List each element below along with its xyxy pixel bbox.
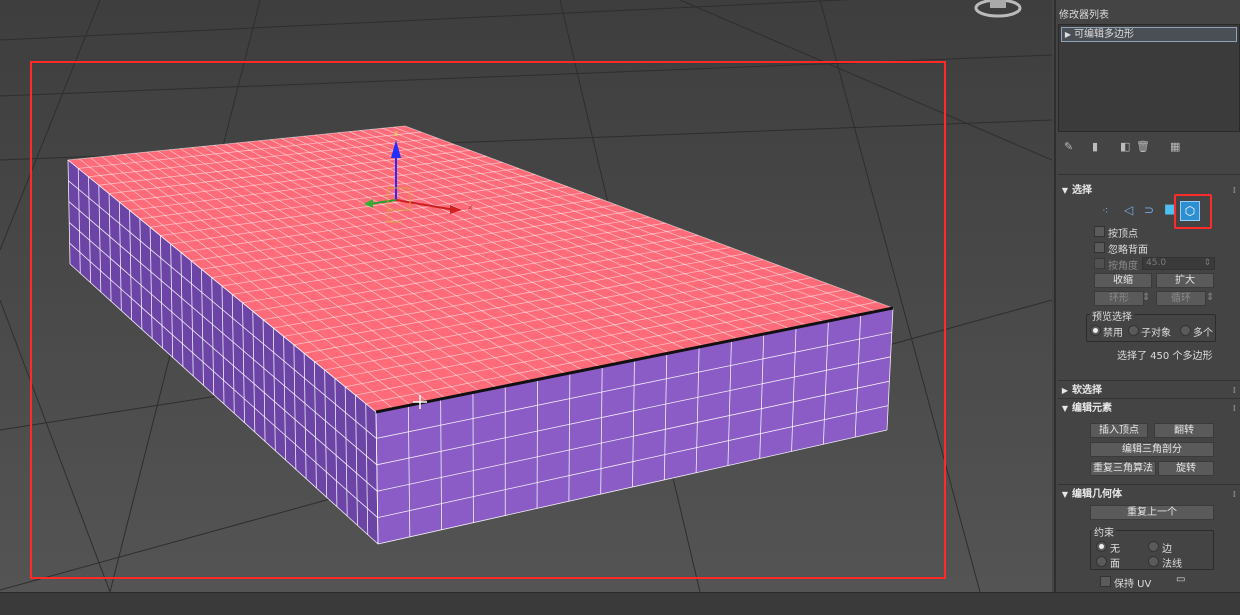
drag-handle-icon[interactable]: ⁞	[1233, 402, 1236, 416]
divider	[1058, 380, 1240, 381]
rollout-title: 编辑元素	[1072, 403, 1112, 414]
preview-off-label: 禁用	[1103, 328, 1123, 339]
preview-subobject-radio[interactable]	[1128, 325, 1139, 336]
wire-line	[536, 379, 538, 509]
by-vertex-label: 按顶点	[1108, 229, 1138, 240]
stack-toolbar: ✎ ▮ ◧ 🗑 ▦	[1062, 140, 1238, 156]
preview-multi-radio[interactable]	[1180, 325, 1191, 336]
rollout-title: 软选择	[1072, 385, 1102, 396]
ring-button[interactable]: 环形	[1094, 291, 1144, 306]
constraint-none-radio[interactable]	[1096, 541, 1107, 552]
loop-button[interactable]: 循环	[1156, 291, 1206, 306]
rollout-soft-selection-header[interactable]: ▶ 软选择 ⁞	[1058, 384, 1240, 398]
show-end-result-icon[interactable]: ▮	[1092, 140, 1098, 153]
border-level-icon[interactable]: ⊃	[1144, 203, 1154, 217]
ring-spinner-icon[interactable]: ⇕	[1142, 292, 1150, 303]
stack-item-label: 可编辑多边形	[1074, 29, 1134, 40]
constraint-edge-radio[interactable]	[1148, 541, 1159, 552]
flip-button[interactable]: 翻转	[1154, 423, 1214, 438]
retriangulate-button[interactable]: 重复三角算法	[1090, 461, 1156, 476]
ignore-backfacing-checkbox[interactable]	[1094, 242, 1105, 253]
angle-spinner[interactable]: 45.0 ⇕	[1142, 257, 1215, 270]
by-angle-checkbox[interactable]	[1094, 258, 1105, 269]
spinner-arrows-icon[interactable]: ⇕	[1203, 258, 1211, 269]
collapse-caret-icon: ▼	[1061, 404, 1069, 413]
element-highlight-frame	[1174, 194, 1212, 229]
divider	[1058, 484, 1240, 485]
ignore-backfacing-label: 忽略背面	[1108, 245, 1148, 256]
loop-spinner-icon[interactable]: ⇕	[1206, 292, 1214, 303]
preserve-uv-label: 保持 UV	[1114, 579, 1152, 590]
by-angle-label: 按角度	[1108, 261, 1138, 272]
by-vertex-checkbox[interactable]	[1094, 226, 1105, 237]
constraint-face-label: 面	[1110, 559, 1120, 570]
rollout-edit-elements-header[interactable]: ▼ 编辑元素 ⁞	[1058, 402, 1240, 416]
status-strip	[0, 592, 1240, 615]
preserve-uv-settings-icon[interactable]: ▭	[1176, 574, 1185, 585]
constraint-edge-label: 边	[1162, 544, 1172, 555]
expand-caret-icon: ▶	[1061, 386, 1069, 395]
preview-off-radio[interactable]	[1090, 325, 1101, 336]
divider	[1058, 398, 1240, 399]
command-panel: 修改器列表 ▶ 可编辑多边形 ✎ ▮ ◧ 🗑 ▦ ▼ 选择 ⁞ ⁖ ◁ ⊃ ■ ⬡ …	[1054, 0, 1240, 592]
rollout-title: 选择	[1072, 185, 1092, 196]
vertex-level-icon[interactable]: ⁖	[1102, 204, 1108, 217]
expand-arrow-icon[interactable]: ▶	[1062, 28, 1074, 41]
subobject-level-buttons: ⁖ ◁ ⊃ ■ ⬡	[1102, 194, 1212, 229]
preserve-uv-checkbox[interactable]	[1100, 576, 1111, 587]
drag-handle-icon[interactable]: ⁞	[1233, 384, 1236, 398]
collapse-caret-icon: ▼	[1061, 186, 1069, 195]
drag-handle-icon[interactable]: ⁞	[1233, 184, 1236, 198]
preview-subobject-label: 子对象	[1141, 328, 1171, 339]
rollout-title: 编辑几何体	[1072, 489, 1122, 500]
pin-stack-icon[interactable]: ✎	[1064, 140, 1073, 153]
modifier-list-label[interactable]: 修改器列表	[1059, 6, 1109, 21]
constraint-normal-label: 法线	[1162, 559, 1182, 570]
shrink-button[interactable]: 收缩	[1094, 273, 1152, 288]
rollout-edit-geometry-header[interactable]: ▼ 编辑几何体 ⁞	[1058, 488, 1240, 502]
configure-sets-icon[interactable]: ▦	[1170, 140, 1180, 153]
rollout-selection-header[interactable]: ▼ 选择 ⁞	[1058, 184, 1240, 198]
wire-line	[472, 392, 474, 523]
constraint-face-radio[interactable]	[1096, 556, 1107, 567]
insert-vertex-button[interactable]: 插入顶点	[1090, 423, 1148, 438]
grow-button[interactable]: 扩大	[1156, 273, 1214, 288]
constraints-title: 约束	[1092, 524, 1116, 539]
selection-status-text: 选择了 450 个多边形	[1117, 351, 1213, 362]
svg-text:x: x	[468, 203, 473, 212]
modifier-stack[interactable]: ▶ 可编辑多边形	[1058, 24, 1240, 132]
drag-handle-icon[interactable]: ⁞	[1233, 488, 1236, 502]
edit-triangulation-button[interactable]: 编辑三角剖分	[1090, 442, 1214, 457]
turn-button[interactable]: 旋转	[1158, 461, 1214, 476]
preview-selection-title: 预览选择	[1090, 308, 1134, 323]
collapse-caret-icon: ▼	[1061, 490, 1069, 499]
edge-level-icon[interactable]: ◁	[1124, 203, 1133, 217]
divider	[1058, 174, 1240, 175]
repeat-last-button[interactable]: 重复上一个	[1090, 505, 1214, 520]
make-unique-icon[interactable]: ◧	[1120, 140, 1130, 153]
svg-text:z: z	[394, 129, 398, 138]
stack-item-editable-poly[interactable]: ▶ 可编辑多边形	[1061, 27, 1237, 42]
viewport-scene[interactable]: z x	[0, 0, 1052, 592]
preview-multi-label: 多个	[1193, 328, 1213, 339]
remove-modifier-icon[interactable]: 🗑	[1136, 140, 1150, 153]
angle-value: 45.0	[1146, 258, 1167, 268]
constraint-none-label: 无	[1110, 544, 1120, 555]
constraint-normal-radio[interactable]	[1148, 556, 1159, 567]
viewport[interactable]: z x	[0, 0, 1052, 592]
